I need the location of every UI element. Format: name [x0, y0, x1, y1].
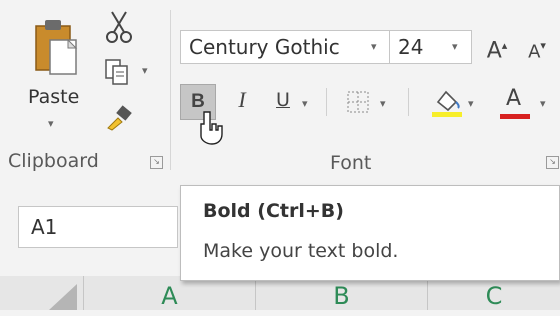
- font-name-select[interactable]: Century Gothic ▾: [180, 30, 390, 64]
- borders-icon[interactable]: [346, 90, 370, 114]
- font-color-icon: A: [506, 86, 522, 111]
- column-header-c[interactable]: C: [428, 276, 560, 310]
- fill-color-swatch: [432, 112, 462, 117]
- underline-icon: U: [276, 89, 290, 111]
- font-name-value: Century Gothic: [189, 35, 340, 59]
- bold-icon: B: [191, 91, 205, 112]
- decrease-font-size-icon: A: [528, 41, 541, 63]
- italic-icon: I: [238, 87, 246, 112]
- paste-icon: [35, 20, 78, 75]
- column-header-label: C: [485, 282, 503, 310]
- copy-button[interactable]: ▾: [104, 58, 154, 88]
- column-header-b[interactable]: B: [256, 276, 428, 310]
- select-all-corner[interactable]: [0, 276, 84, 310]
- font-name-dropdown-icon[interactable]: ▾: [371, 31, 377, 63]
- tooltip-description: Make your text bold.: [203, 240, 399, 262]
- separator: [408, 88, 409, 116]
- font-color-swatch: [500, 114, 530, 119]
- font-size-select[interactable]: 24 ▾: [390, 30, 472, 64]
- paste-dropdown-icon[interactable]: ▾: [48, 117, 54, 130]
- clipboard-dialog-launcher-icon[interactable]: ↘: [150, 156, 163, 169]
- clipboard-group-label: Clipboard: [8, 150, 99, 172]
- bold-tooltip: Bold (Ctrl+B) Make your text bold.: [180, 185, 560, 281]
- underline-dropdown-icon[interactable]: ▾: [302, 97, 308, 110]
- separator: [326, 88, 327, 116]
- column-header-label: B: [333, 282, 350, 310]
- font-color-dropdown-icon[interactable]: ▾: [540, 97, 546, 110]
- tooltip-title: Bold (Ctrl+B): [203, 200, 344, 222]
- name-box-value: A1: [31, 215, 58, 239]
- font-group-label: Font: [330, 152, 372, 174]
- font-color-button[interactable]: A: [500, 84, 534, 120]
- increase-font-size-button[interactable]: A▴: [480, 30, 514, 64]
- font-size-value: 24: [398, 35, 424, 59]
- decrease-font-size-button[interactable]: A▾: [520, 30, 554, 64]
- mouse-cursor-icon: [200, 111, 223, 145]
- paste-label: Paste: [28, 86, 80, 108]
- cut-icon[interactable]: [104, 10, 134, 44]
- column-header-a[interactable]: A: [84, 276, 256, 310]
- fill-color-icon[interactable]: [430, 84, 464, 118]
- name-box[interactable]: A1: [18, 206, 178, 248]
- italic-button[interactable]: I: [228, 84, 256, 120]
- increase-font-size-icon: A: [486, 38, 502, 64]
- column-header-label: A: [161, 282, 178, 310]
- font-dialog-launcher-icon[interactable]: ↘: [546, 156, 559, 169]
- paste-button[interactable]: Paste ▾: [20, 12, 90, 142]
- copy-icon: [105, 59, 128, 85]
- borders-dropdown-icon[interactable]: ▾: [380, 97, 386, 110]
- group-separator: [170, 10, 171, 170]
- fill-color-dropdown-icon[interactable]: ▾: [468, 97, 474, 110]
- copy-dropdown-icon[interactable]: ▾: [142, 64, 148, 77]
- font-size-dropdown-icon[interactable]: ▾: [452, 31, 458, 63]
- format-painter-icon[interactable]: [104, 102, 134, 132]
- underline-button[interactable]: U: [268, 84, 298, 120]
